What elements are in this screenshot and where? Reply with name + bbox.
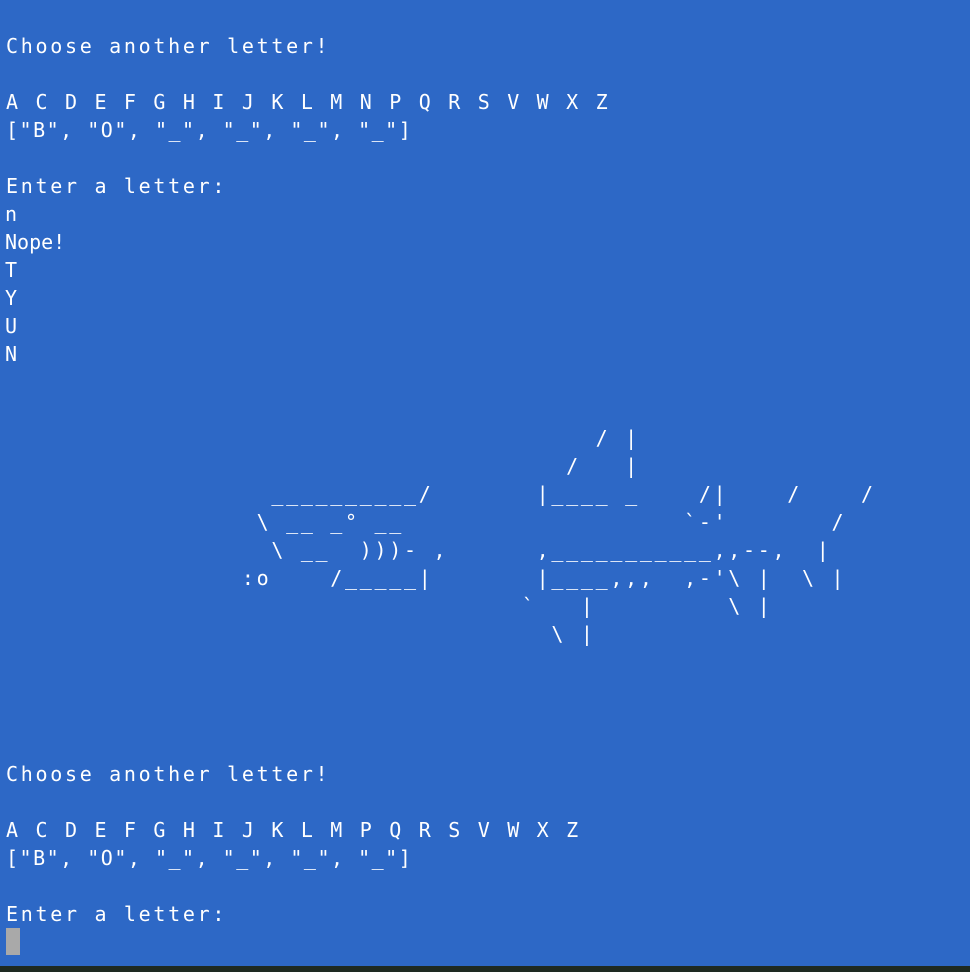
desktop-edge	[0, 966, 970, 972]
output-line: U	[5, 314, 18, 338]
output-line: N	[5, 342, 18, 366]
output-line: T	[5, 258, 18, 282]
shark-ascii-art: / | _,-, / | / / __________/ |____ _ /| …	[241, 426, 876, 646]
typed-input: n	[5, 202, 18, 226]
available-letters: A C D E F G H I J K L M N P Q R S V W X …	[6, 90, 611, 114]
word-state: ["B", "O", "_", "_", "_", "_"]	[6, 846, 413, 870]
terminal-window[interactable]: Choose another letter! A C D E F G H I J…	[0, 0, 970, 966]
enter-letter-prompt: Enter a letter:	[6, 902, 228, 926]
available-letters: A C D E F G H I J K L M P Q R S V W X Z	[6, 818, 581, 842]
word-state: ["B", "O", "_", "_", "_", "_"]	[6, 118, 413, 142]
choose-prompt: Choose another letter!	[6, 34, 331, 58]
result-message: Nope!	[5, 230, 66, 254]
choose-prompt: Choose another letter!	[6, 762, 331, 786]
text-cursor[interactable]	[6, 928, 20, 955]
output-line: Y	[5, 286, 18, 310]
enter-letter-prompt: Enter a letter:	[6, 174, 228, 198]
